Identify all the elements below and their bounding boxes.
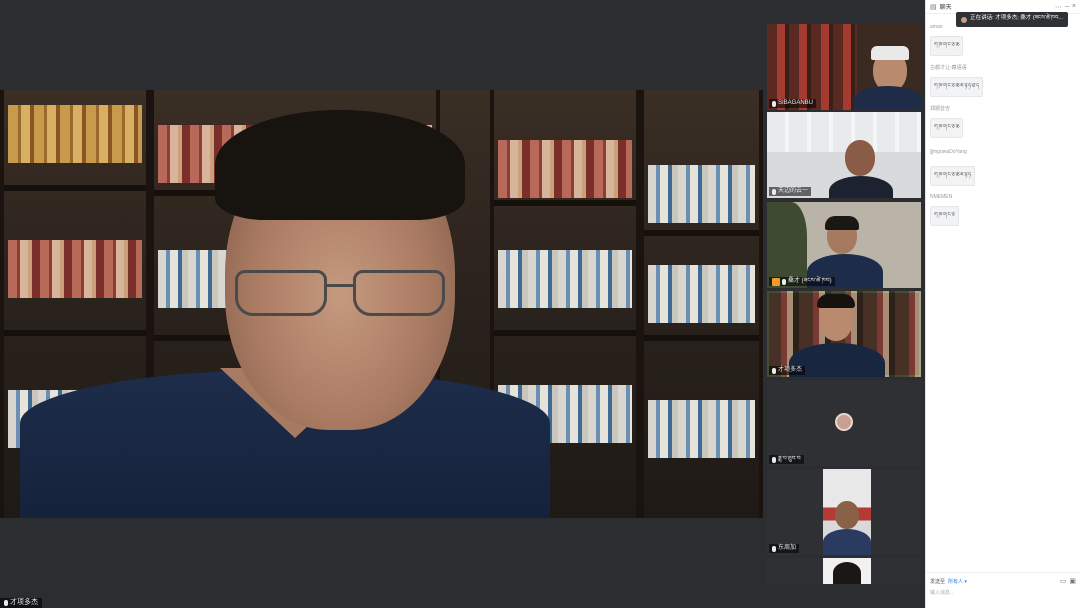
participant-tile[interactable]: 天边的云一 [767,112,921,198]
participant-tile[interactable]: 东周加 [767,469,921,555]
chat-message: 古都才让-藏语语 ཀ་ཁ་ག་ང་ཅ་ཆ་ཇ་ཉ་ཏ་ཐ་ད [930,64,1076,97]
close-icon[interactable]: × [1072,3,1076,10]
microphone-icon [782,278,786,285]
send-to-row: 发送至 所有人 ▾ ▭ ▣ [930,577,1076,585]
participant-tile[interactable] [767,558,921,584]
microphone-icon [772,545,776,552]
microphone-icon [772,456,776,463]
participant-tile-active[interactable]: 才项多杰 [767,291,921,377]
microphone-icon [4,600,8,606]
message-sender: aman [930,24,943,30]
recipient-select[interactable]: 所有人 ▾ [948,578,967,585]
minimize-icon[interactable]: – [1065,3,1069,10]
meeting-window: 才项多杰 SIBAGANBU 天边的云一 桑才 (ཟངས་ཚེ་ཁབ) 才项多杰… [0,0,1080,608]
main-speaker-video[interactable] [0,90,763,518]
message-text: ཀ་ཁ་ག་ང་ཅ་ཆ་ཇ་ཉ་ཏ [930,166,976,186]
avatar [835,413,853,431]
message-sender: 古都才让-藏语语 [930,65,967,71]
chat-input[interactable]: 输入消息... [930,589,1076,596]
participant-name: ཟླ་བ་ཐུབ་བ [778,456,801,462]
participant-name: 才项多杰 [778,367,803,373]
file-icon[interactable]: ▭ [1060,577,1067,585]
participant-name: 天边的云一 [778,188,809,194]
bookshelf [640,90,763,518]
chat-messages: aman ཀ་ཁ་ག་ང་ཅ་ཆ 古都才让-藏语语 ཀ་ཁ་ག་ང་ཅ་ཆ་ཇ་… [930,24,1076,234]
chat-footer: 发送至 所有人 ▾ ▭ ▣ 输入消息... [926,572,1080,608]
participant-tile[interactable]: ཟླ་བ་ཐུབ་བ [767,380,921,466]
message-text: ཀ་ཁ་ག་ང་ཅ་ཆ [930,36,964,56]
host-badge-icon [772,277,780,286]
chat-message: 郑顺曾吉 ཀ་ཁ་ག་ང་ཅ་ཆ [930,105,1076,138]
message-sender: ཟླmgowaDoYang [930,149,967,155]
chat-icon: ▤ [930,3,937,11]
glasses [235,270,445,318]
screenshot-icon[interactable]: ▣ [1069,577,1076,585]
message-text: ཀ་ཁ་ག་ང་ཅ་ཆ [930,118,964,138]
participant-name: SIBAGANBU [778,100,814,106]
participant-name: 东周加 [778,545,797,551]
microphone-icon [772,367,776,374]
chat-title: 聊天 [939,5,952,11]
more-options-icon[interactable]: ⋯ [1055,3,1062,11]
participant-name: 桑才 (ཟངས་ཚེ་ཁབ) [788,278,832,284]
participant-tile[interactable]: SIBAGANBU [767,24,921,110]
message-sender: 郑顺曾吉 [930,106,951,112]
message-sender: NMEMEN [930,194,953,200]
speaker-figure [20,100,550,518]
participant-gallery[interactable]: SIBAGANBU 天边的云一 桑才 (ཟངས་ཚེ་ཁབ) 才项多杰 ཟླ་བ… [763,0,925,608]
main-speaker-label: 才项多杰 [0,598,42,608]
microphone-icon [772,100,776,107]
send-to-label: 发送至 [930,578,946,585]
message-text: ཀ་ཁ་ག་ང་ཅ་ཆ་ཇ་ཉ་ཏ་ཐ་ད [930,77,984,97]
chat-message: NMEMEN ཀ་ཁ་ག་ང་ཅ [930,194,1076,226]
chat-panel: ▤ 聊天 ⋯ – × 正在讲话: 才项多杰; 桑才 (ཟངས་ཚེ་ཁབ... … [925,0,1080,608]
chat-message: aman ཀ་ཁ་ག་ང་ཅ་ཆ [930,24,1076,56]
message-text: ཀ་ཁ་ག་ང་ཅ [930,206,959,226]
speaker-avatar [961,16,968,23]
main-stage: 才项多杰 [0,0,763,608]
microphone-icon [772,188,776,195]
participant-tile[interactable]: 桑才 (ཟངས་ཚེ་ཁབ) [767,202,921,288]
chat-message: ཟླmgowaDoYang ཀ་ཁ་ག་ང་ཅ་ཆ་ཇ་ཉ་ཏ [930,146,1076,186]
